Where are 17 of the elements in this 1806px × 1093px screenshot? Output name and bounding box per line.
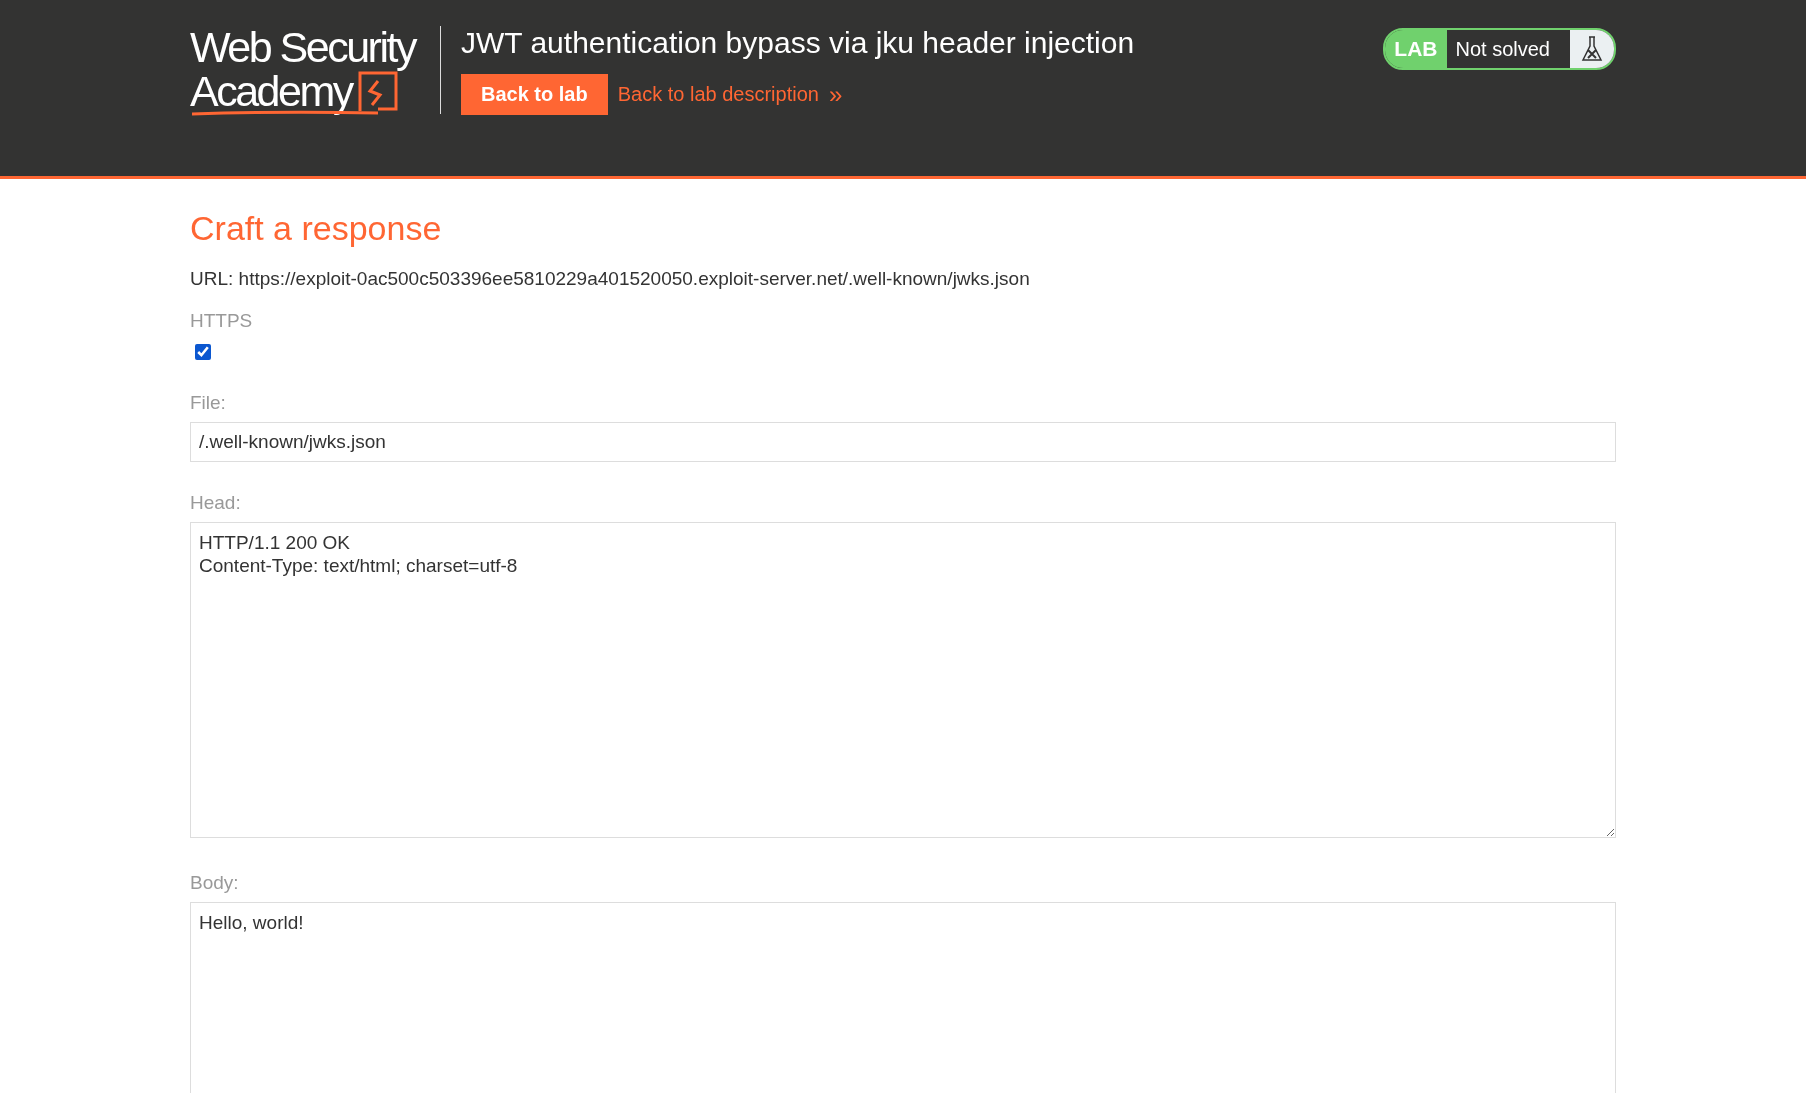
https-checkbox[interactable] xyxy=(195,344,211,360)
page-heading: Craft a response xyxy=(190,209,443,248)
head-label: Head: xyxy=(190,492,242,514)
logo-text: Web Security xyxy=(190,26,417,69)
file-label: File: xyxy=(190,392,227,414)
logo-text: Academy xyxy=(190,70,352,113)
file-field[interactable]: /.well-known/jwks.json xyxy=(190,422,1616,462)
head-field[interactable]: HTTP/1.1 200 OK Content-Type: text/html; charset=utf-8 xyxy=(190,522,1616,838)
url-text: URL: https://exploit-0ac500c503396ee5810229a401520050.exploit-server.net/.well-known/jwks.json xyxy=(190,268,1031,290)
body-label: Body: xyxy=(190,872,240,894)
lab-description-link[interactable]: Back to lab description xyxy=(617,83,819,106)
lab-label: LAB xyxy=(1385,30,1447,68)
flask-icon xyxy=(1581,35,1603,63)
body-field[interactable]: Hello, world! xyxy=(190,902,1616,1093)
arrow-glyph: » xyxy=(828,80,843,109)
https-label: HTTPS xyxy=(190,310,254,332)
lab-title: JWT authentication bypass via jku header injection xyxy=(461,26,1136,60)
